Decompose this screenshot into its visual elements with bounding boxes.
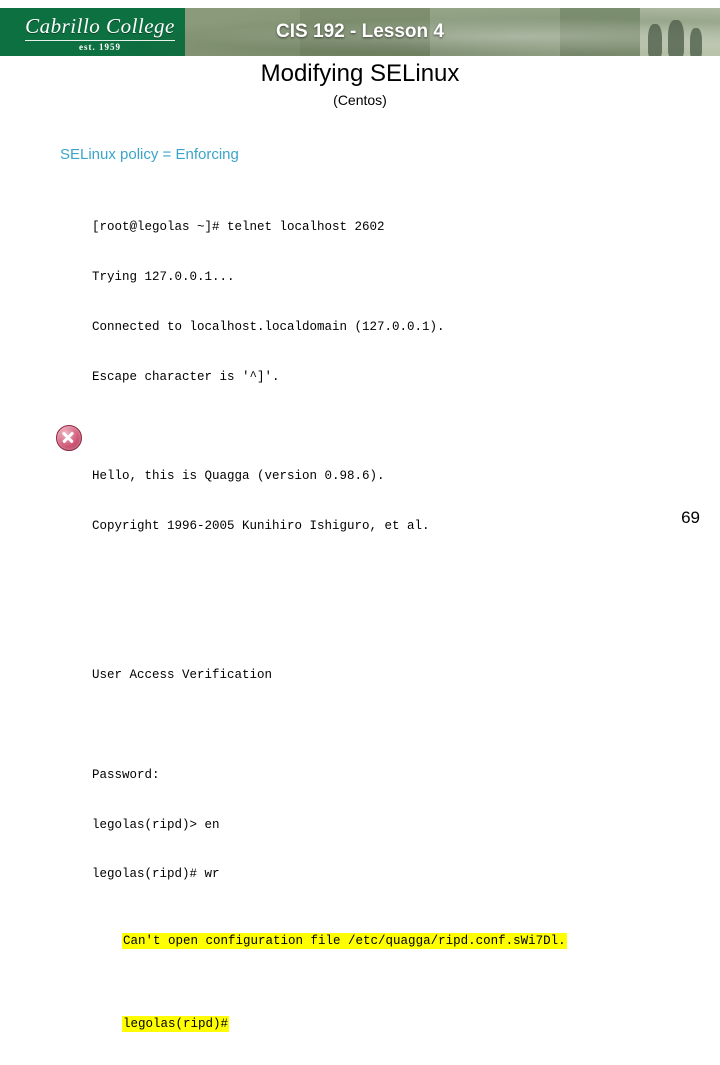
page-subtitle: (Centos)	[333, 92, 387, 108]
terminal-line: Escape character is '^]'.	[92, 369, 280, 384]
selinux-policy-label: SELinux policy = Enforcing	[60, 146, 239, 163]
page-number: 69	[681, 508, 700, 527]
terminal-line: Copyright 1996-2005 Kunihiro Ishiguro, e…	[92, 518, 430, 533]
terminal-line: Hello, this is Quagga (version 0.98.6).	[92, 469, 385, 484]
terminal-output: [root@legolas ~]# telnet localhost 2602 …	[92, 186, 652, 1065]
error-icon	[56, 425, 82, 451]
terminal-highlight-block: Can't open configuration file /etc/quagg…	[92, 916, 652, 966]
terminal-line-highlighted: legolas(ripd)#	[122, 1015, 230, 1033]
terminal-line: User Access Verification	[92, 668, 273, 683]
terminal-highlight-block: legolas(ripd)#	[92, 999, 652, 1049]
terminal-line: Trying 127.0.0.1...	[92, 269, 235, 284]
terminal-line: [root@legolas ~]# telnet localhost 2602	[92, 220, 385, 235]
slide-header-banner: Cabrillo College est. 1959 CIS 192 - Les…	[0, 8, 720, 56]
terminal-line: legolas(ripd)> en	[92, 817, 220, 832]
terminal-line: Connected to localhost.localdomain (127.…	[92, 319, 445, 334]
terminal-line: Password:	[92, 767, 160, 782]
page-title: Modifying SELinux	[260, 60, 460, 87]
course-title: CIS 192 - Lesson 4	[276, 21, 444, 42]
terminal-line-highlighted: Can't open configuration file /etc/quagg…	[122, 932, 567, 950]
terminal-line: legolas(ripd)# wr	[92, 867, 220, 882]
